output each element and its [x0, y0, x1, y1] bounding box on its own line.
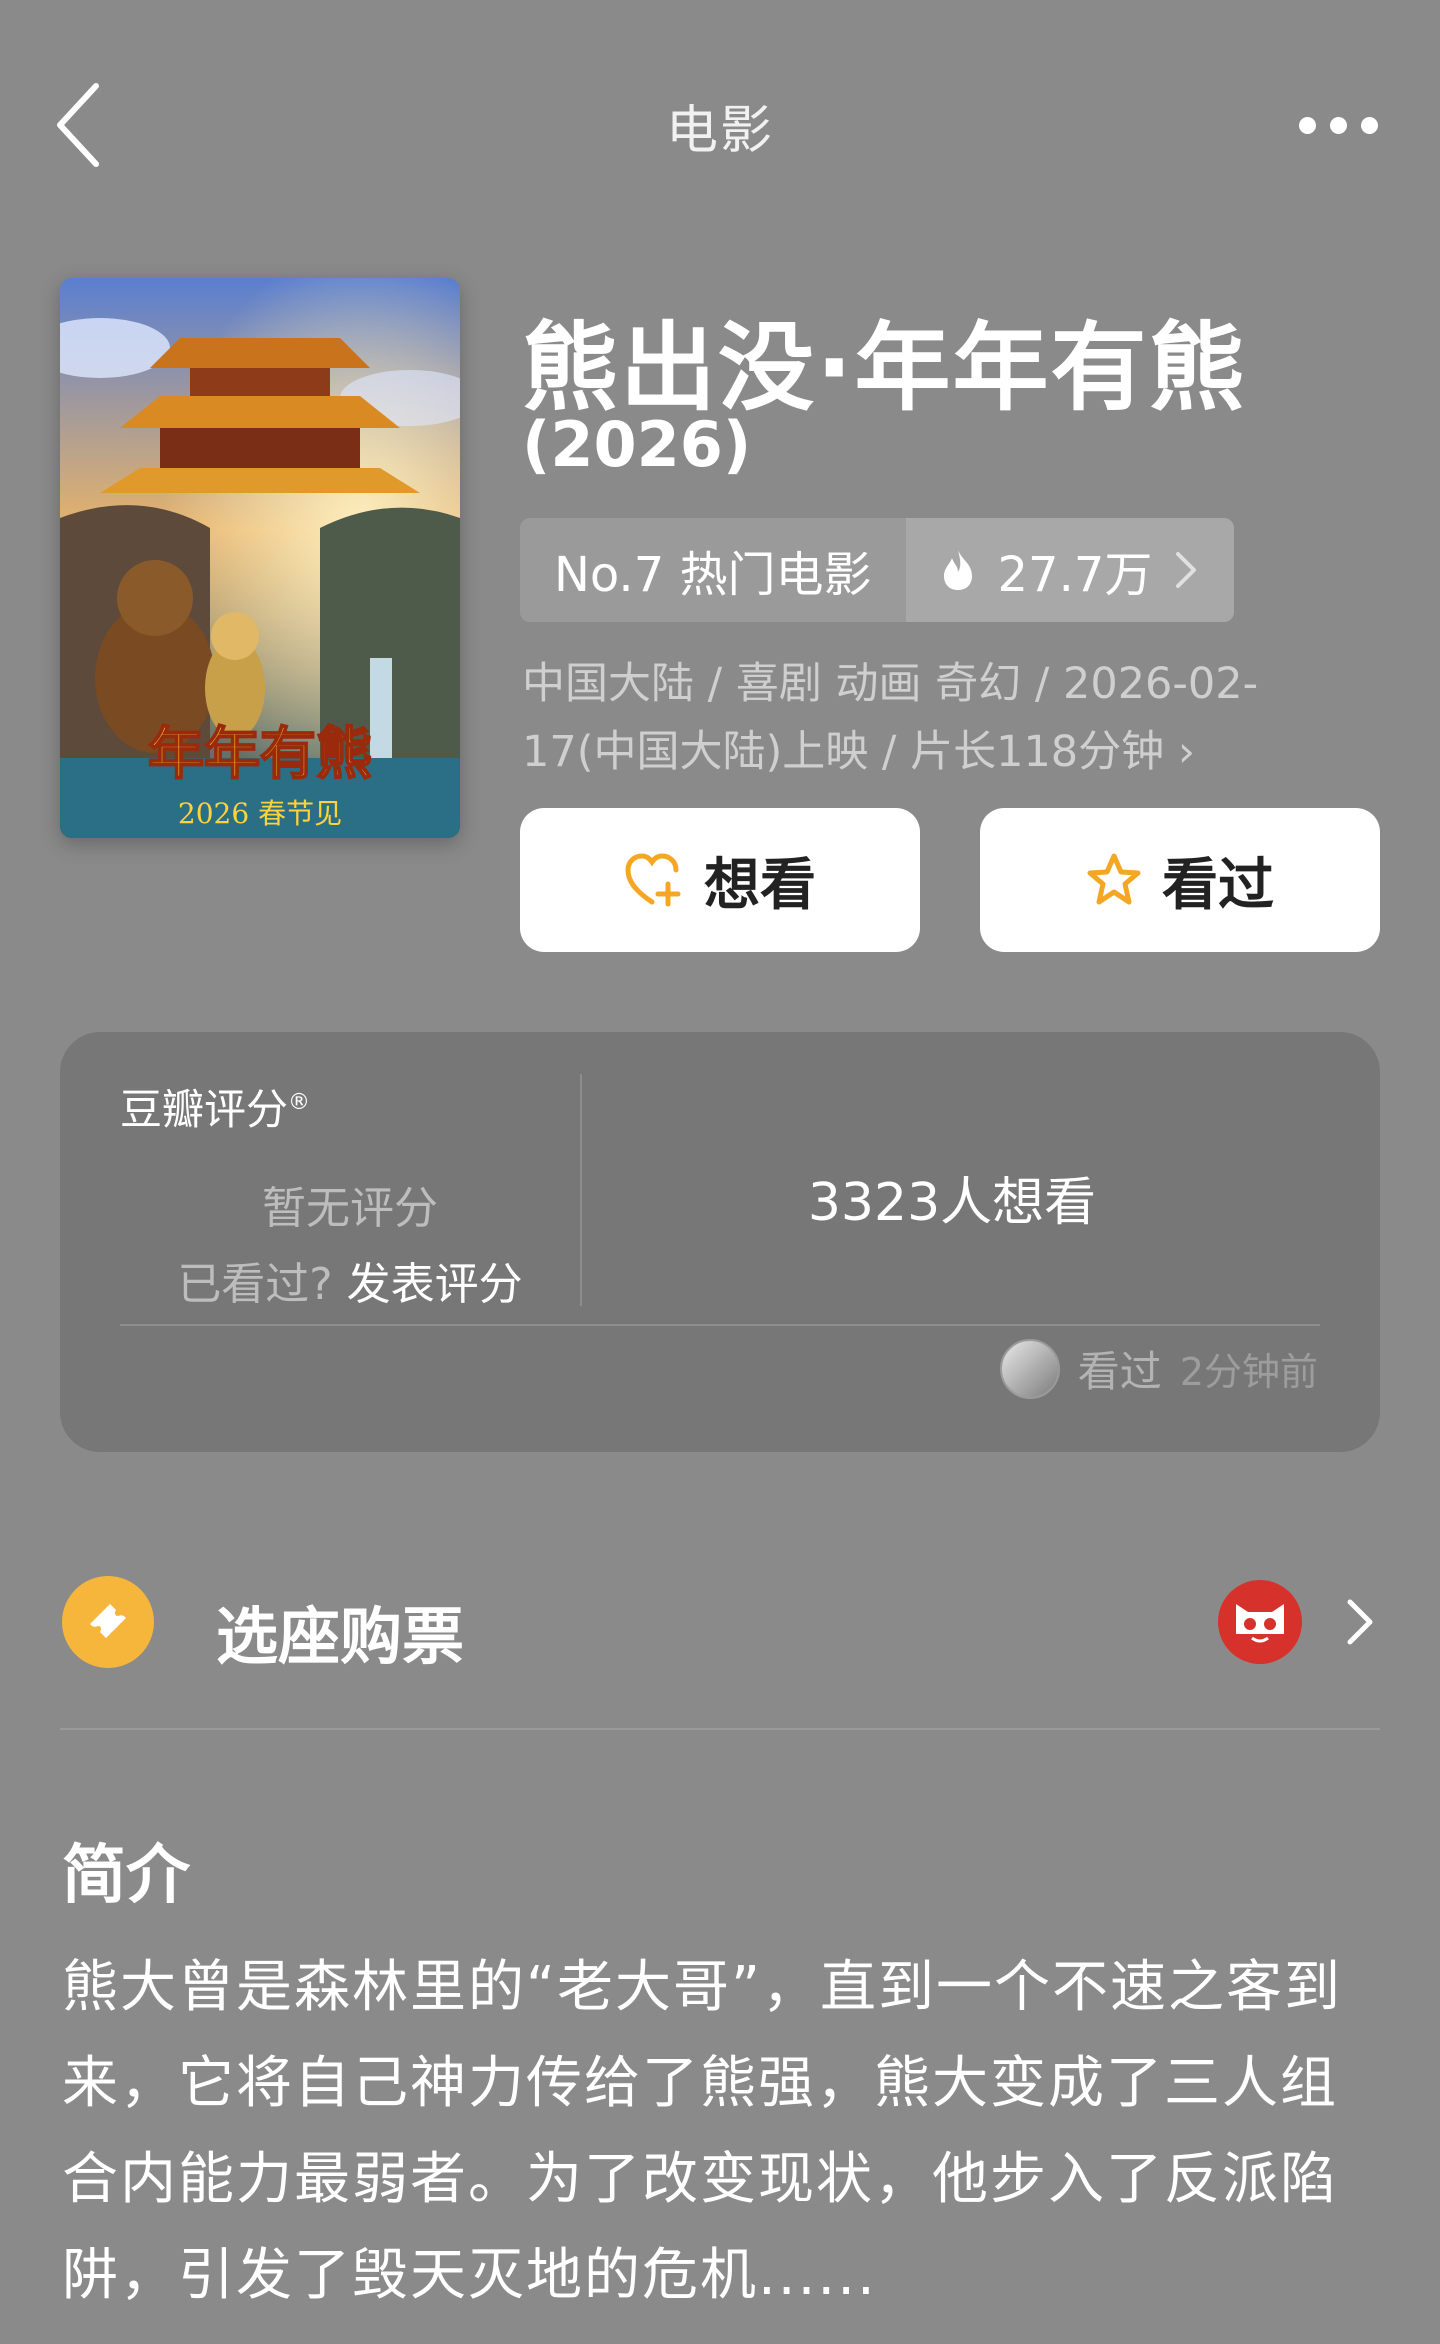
heat-link[interactable]: 27.7万	[905, 518, 1235, 622]
heat-value: 27.7万	[997, 547, 1153, 603]
poster-title-text: 年年有熊	[148, 721, 372, 787]
movie-meta-info[interactable]: 中国大陆 / 喜剧 动画 奇幻 / 2026-02-17(中国大陆)上映 / 片…	[522, 650, 1372, 786]
maoyan-cat-icon	[1218, 1580, 1302, 1664]
synopsis-text[interactable]: 熊大曾是森林里的“老大哥”，直到一个不速之客到来，它将自己神力传给了熊强，熊大变…	[62, 1940, 1382, 2324]
buy-ticket-label[interactable]: 选座购票	[216, 1586, 464, 1676]
want-label: 想看	[704, 852, 816, 918]
section-divider	[60, 1728, 1380, 1730]
more-options-button[interactable]	[1288, 100, 1378, 150]
ticket-icon	[62, 1576, 154, 1668]
activity-time: 2分钟前	[1179, 1350, 1318, 1394]
more-dot-icon	[1330, 116, 1347, 134]
rank-badge: No.7 热门电影 27.7万	[520, 518, 1235, 622]
movie-poster[interactable]: 年年有熊 2026 春节见	[60, 278, 460, 838]
want-to-watch-button[interactable]: 想看	[520, 808, 920, 952]
card-divider-horizontal	[120, 1324, 1320, 1326]
heart-plus-icon	[625, 853, 681, 907]
more-dot-icon	[1361, 116, 1378, 134]
chevron-right-icon	[1176, 552, 1197, 588]
ticket-chevron-right-icon[interactable]	[1340, 1594, 1380, 1650]
flame-icon	[943, 550, 972, 590]
recent-activity[interactable]: 看过 2分钟前	[999, 1338, 1318, 1399]
more-dot-icon	[1299, 116, 1316, 134]
watched-button[interactable]: 看过	[980, 808, 1380, 952]
seen-prompt: 已看过? 发表评分	[120, 1248, 580, 1312]
avatar	[999, 1338, 1060, 1399]
synopsis-title: 简介	[62, 1839, 190, 1913]
douban-rating-label: 豆瓣评分®	[120, 1076, 310, 1137]
post-rating-link[interactable]: 发表评分	[347, 1259, 523, 1310]
movie-year: (2026)	[522, 408, 752, 481]
rank-label: No.7 热门电影	[520, 518, 906, 622]
page-title: 电影	[665, 101, 774, 161]
registered-mark: ®	[288, 1090, 311, 1115]
rating-label-text: 豆瓣评分	[120, 1085, 289, 1134]
poster-subtitle-text: 2026 春节见	[178, 797, 342, 830]
star-icon	[1087, 853, 1141, 905]
want-count[interactable]: 3323人想看	[582, 1160, 1322, 1235]
activity-action: 看过	[1077, 1347, 1162, 1396]
no-rating-text: 暂无评分	[262, 1183, 438, 1234]
poster-image: 年年有熊 2026 春节见	[60, 278, 460, 838]
seen-label: 看过	[1162, 852, 1274, 918]
seen-question: 已看过?	[177, 1259, 333, 1310]
